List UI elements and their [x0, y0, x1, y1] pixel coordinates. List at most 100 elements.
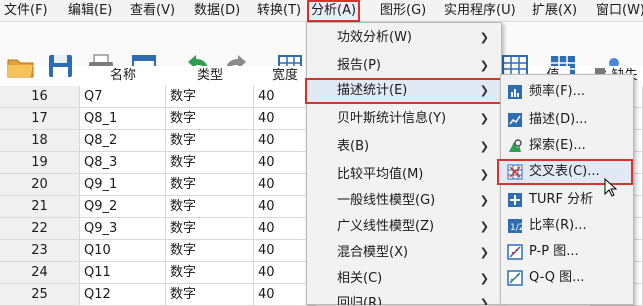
type-cell[interactable]: 数字 [166, 218, 254, 240]
menu-window[interactable]: 窗口(W) [594, 2, 643, 20]
turf-icon [508, 193, 522, 207]
menu-item-power-analysis[interactable]: 功效分析(W) ❯ [307, 25, 501, 51]
submenu-arrow-icon: ❯ [479, 297, 489, 305]
menu-graphs[interactable]: 图形(G) [378, 2, 428, 20]
row-number-cell[interactable]: 16 [0, 86, 80, 108]
menu-item-compare-means[interactable]: 比较平均值(M) ❯ [307, 162, 501, 188]
explore-icon [509, 139, 522, 152]
type-cell[interactable]: 数字 [166, 130, 254, 152]
submenu-item-label: 描述(D)... [529, 112, 588, 127]
submenu-item-label: 探索(E)... [529, 138, 586, 153]
submenu-arrow-icon: ❯ [479, 140, 489, 153]
submenu-arrow-icon: ❯ [479, 168, 489, 181]
type-cell[interactable]: 数字 [166, 86, 254, 108]
frequencies-icon [508, 85, 522, 99]
menu-item-label: 报告(P) [337, 58, 381, 73]
submenu-item-descriptives[interactable]: 描述(D)... [501, 107, 633, 133]
menu-item-mixed-models[interactable]: 混合模型(X) ❯ [307, 240, 501, 266]
submenu-item-label: 交叉表(C)... [529, 164, 600, 179]
submenu-arrow-icon: ❯ [479, 194, 489, 207]
type-cell[interactable]: 数字 [166, 174, 254, 196]
name-cell[interactable]: Q8_2 [80, 130, 166, 152]
row-number-cell[interactable]: 25 [0, 284, 80, 306]
submenu-item-label: Q-Q 图... [529, 270, 585, 285]
row-number-cell[interactable]: 17 [0, 108, 80, 130]
menu-bar: 文件(F) 编辑(E) 查看(V) 数据(D) 转换(T) 分析(A) 图形(G… [0, 0, 643, 22]
submenu-arrow-icon: ❯ [479, 220, 489, 233]
menu-item-label: 贝叶斯统计信息(Y) [337, 111, 447, 126]
type-cell[interactable]: 数字 [166, 240, 254, 262]
svg-text:1/2: 1/2 [510, 223, 523, 233]
row-number-cell[interactable]: 23 [0, 240, 80, 262]
row-number-cell[interactable]: 18 [0, 130, 80, 152]
type-cell[interactable]: 数字 [166, 284, 254, 306]
submenu-arrow-icon: ❯ [479, 272, 489, 285]
menu-utilities[interactable]: 实用程序(U) [442, 2, 518, 20]
name-cell[interactable]: Q9_2 [80, 196, 166, 218]
menu-analyze[interactable]: 分析(A) [307, 0, 361, 22]
menu-transform[interactable]: 转换(T) [255, 2, 303, 20]
submenu-arrow-icon: ❯ [479, 31, 489, 44]
menu-item-regression[interactable]: 回归(R) ❯ [307, 291, 501, 305]
type-cell[interactable]: 数字 [166, 262, 254, 284]
type-cell[interactable]: 数字 [166, 108, 254, 130]
menu-item-label: 比较平均值(M) [337, 167, 424, 182]
menu-file[interactable]: 文件(F) [2, 2, 50, 20]
menu-view[interactable]: 查看(V) [128, 2, 177, 20]
menu-item-reports[interactable]: 报告(P) ❯ [307, 53, 501, 79]
menu-item-descriptive-statistics[interactable]: 描述统计(E) ❯ [305, 78, 505, 104]
name-cell[interactable]: Q9_1 [80, 174, 166, 196]
row-number-cell[interactable]: 19 [0, 152, 80, 174]
submenu-arrow-icon: ❯ [479, 246, 489, 259]
menu-item-label: 回归(R) [337, 296, 383, 305]
submenu-item-qq-plot[interactable]: Q-Q 图... [501, 265, 633, 291]
name-cell[interactable]: Q7 [80, 86, 166, 108]
menu-item-label: 表(B) [337, 139, 370, 154]
submenu-item-label: P-P 图... [529, 244, 579, 259]
name-cell[interactable]: Q8_1 [80, 108, 166, 130]
type-cell[interactable]: 数字 [166, 196, 254, 218]
analyze-menu: 功效分析(W) ❯ 报告(P) ❯ 描述统计(E) ❯ 贝叶斯统计信息(Y) ❯ 表(B… [305, 22, 505, 305]
menu-edit[interactable]: 编辑(E) [66, 2, 114, 20]
menu-item-bayesian[interactable]: 贝叶斯统计信息(Y) ❯ [307, 106, 501, 132]
menu-item-label: 功效分析(W) [337, 30, 412, 45]
name-cell[interactable]: Q10 [80, 240, 166, 262]
submenu-item-ratio[interactable]: 1/2 比率(R)... [501, 213, 633, 239]
menu-item-label: 一般线性模型(G) [337, 193, 436, 208]
menu-item-generalized-linear-model[interactable]: 广义线性模型(Z) ❯ [307, 214, 501, 240]
qq-plot-icon [507, 270, 523, 286]
submenu-arrow-icon: ❯ [479, 112, 489, 125]
crosstabs-icon [507, 164, 523, 180]
descriptives-icon [508, 113, 522, 127]
menu-extensions[interactable]: 扩展(X) [530, 2, 579, 20]
name-cell[interactable]: Q9_3 [80, 218, 166, 240]
menu-data[interactable]: 数据(D) [192, 2, 242, 20]
menu-item-general-linear-model[interactable]: 一般线性模型(G) ❯ [307, 188, 501, 214]
pp-plot-icon [507, 244, 523, 260]
submenu-item-explore[interactable]: 探索(E)... [501, 133, 633, 159]
row-number-cell[interactable]: 21 [0, 196, 80, 218]
column-header-type[interactable]: 类型 [166, 66, 254, 86]
row-number-cell[interactable]: 24 [0, 262, 80, 284]
menu-item-correlate[interactable]: 相关(C) ❯ [307, 266, 501, 292]
submenu-item-pp-plot[interactable]: P-P 图... [501, 239, 633, 265]
name-cell[interactable]: Q8_3 [80, 152, 166, 174]
submenu-item-label: 比率(R)... [529, 218, 587, 233]
row-number-cell[interactable]: 20 [0, 174, 80, 196]
menu-item-label: 广义线性模型(Z) [337, 219, 435, 234]
name-cell[interactable]: Q11 [80, 262, 166, 284]
submenu-arrow-icon: ❯ [479, 59, 489, 72]
name-cell[interactable]: Q12 [80, 284, 166, 306]
submenu-arrow-icon: ❯ [479, 84, 489, 97]
type-cell[interactable]: 数字 [166, 152, 254, 174]
menu-item-label: 相关(C) [337, 271, 383, 286]
row-number-cell[interactable]: 22 [0, 218, 80, 240]
submenu-item-frequencies[interactable]: 频率(F)... [501, 79, 633, 105]
menu-item-tables[interactable]: 表(B) ❯ [307, 134, 501, 160]
mouse-cursor-icon [604, 178, 618, 197]
submenu-item-label: 频率(F)... [529, 84, 586, 99]
column-header-name[interactable]: 名称 [80, 66, 166, 86]
submenu-item-label: TURF 分析 [529, 192, 594, 207]
menu-item-label: 描述统计(E) [337, 83, 408, 98]
ratio-icon: 1/2 [508, 219, 523, 233]
